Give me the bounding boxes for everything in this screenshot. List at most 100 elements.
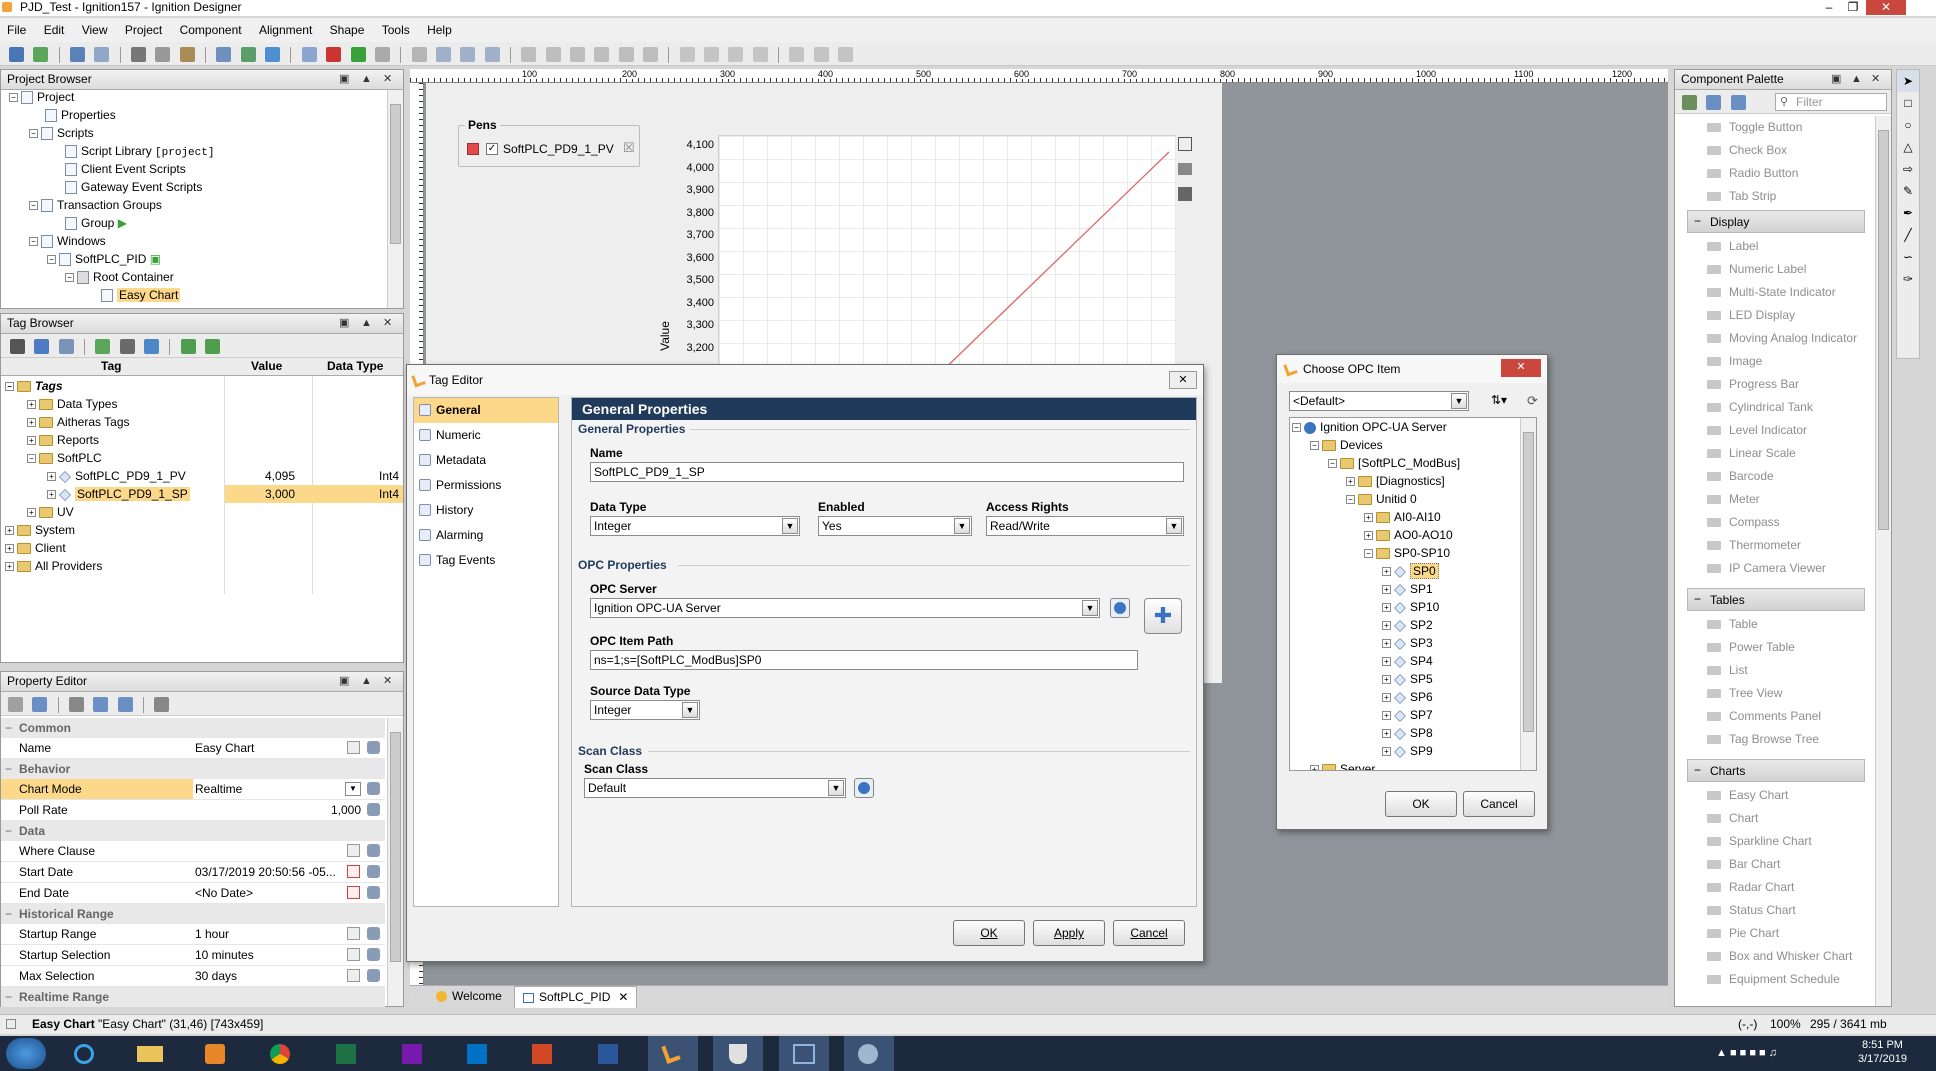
tree-item-windows[interactable]: − Windows xyxy=(1,232,387,250)
palette-status-chart[interactable]: Status Chart xyxy=(1687,899,1865,922)
palette-tree-view[interactable]: Tree View xyxy=(1687,682,1865,705)
palette-multistate[interactable]: Multi-State Indicator xyxy=(1687,281,1865,304)
panel-float-icon[interactable]: ▣ xyxy=(339,672,349,691)
word-icon[interactable] xyxy=(583,1036,633,1071)
rectangle-tool-icon[interactable]: □ xyxy=(1897,92,1919,114)
opc-node-server-folder[interactable]: + Server xyxy=(1290,760,1520,770)
comm-read-icon[interactable] xyxy=(240,47,256,63)
opc-ok-button[interactable]: OK xyxy=(1385,791,1457,817)
pen-checkbox[interactable]: ✓ xyxy=(486,143,498,155)
prop-row-chart-mode[interactable]: Chart Mode Realtime ▼ xyxy=(1,779,385,800)
print-icon[interactable] xyxy=(1178,163,1192,175)
opc-node-sp5[interactable]: + SP5 xyxy=(1290,670,1520,688)
prop-row-startup-selection[interactable]: Startup Selection 10 minutes xyxy=(1,945,385,966)
prop-cat-realtime[interactable]: Realtime Range xyxy=(1,987,385,1007)
palette-easy-chart[interactable]: Easy Chart xyxy=(1687,784,1865,807)
palette-pie-chart[interactable]: Pie Chart xyxy=(1687,922,1865,945)
tree-item-project[interactable]: − Project xyxy=(1,88,387,106)
outlook-icon[interactable] xyxy=(452,1036,502,1071)
prop-row-poll-rate[interactable]: Poll Rate 1,000 xyxy=(1,800,385,821)
palette-ip-camera[interactable]: IP Camera Viewer xyxy=(1687,557,1865,580)
comm-write-icon[interactable] xyxy=(265,47,281,63)
tree-item-softplc-pid[interactable]: − SoftPLC_PID ▣ xyxy=(1,250,387,268)
property-filter-icon[interactable] xyxy=(69,697,85,713)
palette-table[interactable]: Table xyxy=(1687,613,1865,636)
prop-cat-behavior[interactable]: Behavior xyxy=(1,759,385,779)
tag-row-data-types[interactable]: + Data Types xyxy=(1,395,403,413)
nav-numeric[interactable]: Numeric xyxy=(414,423,558,448)
palette-numeric-label[interactable]: Numeric Label xyxy=(1687,258,1865,281)
opc-node-diagnostics[interactable]: + [Diagnostics] xyxy=(1290,472,1520,490)
ellipse-tool-icon[interactable]: ○ xyxy=(1897,114,1919,136)
enabled-select[interactable]: Yes ▼ xyxy=(818,516,972,536)
opc-node-server[interactable]: − Ignition OPC-UA Server xyxy=(1290,418,1520,436)
size-icon[interactable] xyxy=(838,47,854,63)
group-icon[interactable] xyxy=(411,47,427,63)
onenote-icon[interactable] xyxy=(387,1036,437,1071)
browse-opc-button[interactable]: ✚ xyxy=(1144,598,1182,634)
sort-alpha-icon[interactable] xyxy=(32,697,48,713)
palette-box-whisker[interactable]: Box and Whisker Chart xyxy=(1687,945,1865,968)
opc-node-sp3[interactable]: + SP3 xyxy=(1290,634,1520,652)
categorized-icon[interactable] xyxy=(8,697,23,713)
prop-cat-historical[interactable]: Historical Range xyxy=(1,904,385,924)
palette-compass[interactable]: Compass xyxy=(1687,511,1865,534)
binoculars-icon[interactable] xyxy=(10,339,25,355)
path-tool-icon[interactable]: ∽ xyxy=(1897,246,1919,268)
palette-image[interactable]: Image xyxy=(1687,350,1865,373)
tool-app-icon[interactable] xyxy=(844,1036,895,1071)
opc-node-ao[interactable]: + AO0-AO10 xyxy=(1290,526,1520,544)
tag-row-softplc[interactable]: − SoftPLC xyxy=(1,449,403,467)
explorer-icon[interactable] xyxy=(125,1036,175,1071)
palette-list-component[interactable]: List xyxy=(1687,659,1865,682)
tag-row-sp[interactable]: + SoftPLC_PD9_1_SP 3,000 Int4 xyxy=(1,485,403,503)
col-tag[interactable]: Tag xyxy=(101,358,121,375)
record-icon[interactable] xyxy=(326,47,342,63)
tag-grid-icon[interactable] xyxy=(58,339,74,355)
opc-node-modbus[interactable]: − [SoftPLC_ModBus] xyxy=(1290,454,1520,472)
palette-cylindrical-tank[interactable]: Cylindrical Tank xyxy=(1687,396,1865,419)
lock-icon[interactable] xyxy=(374,47,390,63)
palette-comments-panel[interactable]: Comments Panel xyxy=(1687,705,1865,728)
palette-radio-button[interactable]: Radio Button xyxy=(1687,162,1865,185)
tag-editor-ok-button[interactable]: OK xyxy=(953,920,1025,946)
prop-cat-data[interactable]: Data xyxy=(1,821,385,841)
import-icon[interactable] xyxy=(180,339,196,355)
opc-node-sp9[interactable]: + SP9 xyxy=(1290,742,1520,760)
access-select[interactable]: Read/Write ▼ xyxy=(986,516,1184,536)
panel-pin-icon[interactable]: ▲ xyxy=(361,672,372,691)
opcserver-select[interactable]: Ignition OPC-UA Server ▼ xyxy=(590,598,1100,618)
tree-item-script-library[interactable]: Script Library [project] xyxy=(1,142,387,160)
palette-label[interactable]: Label xyxy=(1687,235,1865,258)
copy-icon[interactable] xyxy=(155,47,171,63)
close-opc-dialog-button[interactable]: ✕ xyxy=(1501,359,1541,377)
prop-row-end-date[interactable]: End Date <No Date> xyxy=(1,883,385,904)
restore-button[interactable]: ❐ xyxy=(1842,0,1864,15)
menu-edit[interactable]: Edit xyxy=(44,23,65,37)
nav-general[interactable]: General xyxy=(414,398,558,423)
launch-icon[interactable] xyxy=(350,47,366,63)
shape-diff-icon[interactable] xyxy=(752,47,768,63)
pen-remove-icon[interactable]: ☒ xyxy=(623,140,635,156)
nav-alarming[interactable]: Alarming xyxy=(414,523,558,548)
panel-close-icon[interactable]: ✕ xyxy=(383,70,392,89)
opc-server-filter-select[interactable]: <Default> ▼ xyxy=(1289,391,1469,411)
tree-item-group[interactable]: Group ▶ xyxy=(1,214,387,232)
arrow-tool-icon[interactable]: ⇨ xyxy=(1897,158,1919,180)
opc-node-unitid[interactable]: − Unitid 0 xyxy=(1290,490,1520,508)
opc-node-sp8[interactable]: + SP8 xyxy=(1290,724,1520,742)
close-window-button[interactable]: ✕ xyxy=(1866,0,1906,15)
palette-chart[interactable]: Chart xyxy=(1687,807,1865,830)
project-browser-scrollbar[interactable] xyxy=(387,90,403,308)
flip-icon[interactable] xyxy=(704,47,719,63)
opc-node-sp6[interactable]: + SP6 xyxy=(1290,688,1520,706)
tab-welcome[interactable]: Welcome xyxy=(436,989,502,1003)
palette-bar-chart[interactable]: Bar Chart xyxy=(1687,853,1865,876)
space-icon[interactable] xyxy=(813,47,829,63)
pointer-tool-icon[interactable]: ➤ xyxy=(1897,70,1919,92)
opc-node-sp10[interactable]: + SP10 xyxy=(1290,598,1520,616)
tag-name-input[interactable]: SoftPLC_PD9_1_SP xyxy=(590,462,1184,482)
excel-icon[interactable] xyxy=(321,1036,371,1071)
add-tag-icon[interactable] xyxy=(95,339,111,355)
eyedropper-tool-icon[interactable]: ✑ xyxy=(1897,268,1919,290)
